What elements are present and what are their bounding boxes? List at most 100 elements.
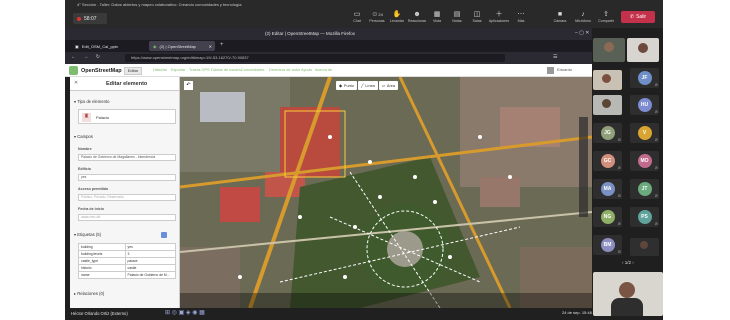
more-button[interactable]: ⋯ Más (512, 11, 530, 27)
add-line-button[interactable]: ╱ Línea (358, 81, 378, 90)
participant-tile[interactable]: BM ⊘ (593, 235, 622, 255)
building-field[interactable]: yes (78, 174, 176, 181)
tag-key[interactable]: historic (78, 264, 126, 272)
user-menu[interactable]: Eduardo (557, 67, 572, 72)
tag-value[interactable]: castle (124, 264, 177, 272)
access-field[interactable]: Público, Privado, Reservado (78, 194, 176, 201)
share-button[interactable]: ⇪ Compartir (597, 11, 615, 27)
text-view-toggle[interactable] (161, 232, 167, 238)
react-button[interactable]: ☻ Reaccionar (408, 11, 426, 27)
close-icon[interactable]: ✕ (209, 44, 212, 49)
avatar: PS (637, 210, 652, 224)
tag-value[interactable]: yes (124, 243, 177, 251)
chevron-left-icon[interactable]: ‹ (622, 260, 624, 265)
leave-button[interactable]: ✆ Salir (621, 11, 655, 23)
nav-export[interactable]: Exportar (171, 68, 185, 72)
osm-favicon-icon: ◉ (153, 43, 157, 49)
section-fields[interactable]: ▾ Campos (74, 134, 93, 139)
participant-tile[interactable]: GC ⊘ (593, 151, 622, 171)
participant-tile[interactable]: PS ⊘ (630, 207, 659, 227)
nav-copyright[interactable]: Derechos de autor (269, 68, 300, 72)
undo-button[interactable]: ↶ (184, 81, 193, 90)
map-canvas[interactable]: ◆ Punto ╱ Línea ▱ Área ↶ (180, 77, 592, 308)
close-icon[interactable]: ✕ (74, 80, 78, 86)
video-tile-participant[interactable] (627, 38, 659, 62)
mic-off-icon: ⊘ (617, 165, 621, 170)
share-icon: ⇪ (603, 11, 609, 18)
editor-sidebar: ✕ Editar elemento ▾ Tipo de elemento ♜ P… (70, 77, 180, 308)
start-date-field[interactable]: aaaa-mm-dd (78, 214, 176, 221)
window-controls[interactable]: – ▢ ✕ (575, 30, 589, 36)
preset-selector[interactable]: ♜ Palacio (78, 109, 176, 124)
chat-icon: ▭ (353, 11, 361, 18)
add-point-button[interactable]: ◆ Punto (336, 81, 357, 90)
mic-off-icon: ⊘ (617, 193, 621, 198)
participant-tile[interactable]: NG ⊘ (593, 207, 622, 227)
avatar: MA (600, 182, 615, 196)
gallery-pager[interactable]: ‹ 1/2 › (622, 260, 634, 265)
section-tags[interactable]: ▾ Etiquetas (5) (74, 232, 101, 237)
mic-button[interactable]: ♪ Micrófono (574, 11, 592, 27)
tag-key[interactable]: name (78, 271, 126, 279)
tag-key[interactable]: building (78, 243, 126, 251)
tag-key[interactable]: castle_type (78, 257, 126, 265)
url-field[interactable]: https://www.openstreetmap.org/edit#map=1… (125, 54, 505, 62)
tag-key[interactable]: building:levels (78, 250, 126, 258)
avatar[interactable] (547, 67, 554, 74)
tag-value[interactable]: 3 (124, 250, 177, 258)
nav-gps-traces[interactable]: Trazas GPS (189, 68, 210, 72)
participant-tile[interactable]: MO ⊘ (630, 151, 659, 171)
participant-tile[interactable]: MA ⊘ (593, 179, 622, 199)
osm-logo[interactable]: OpenStreetMap (69, 66, 122, 75)
people-button[interactable]: ☺24 Personas (368, 11, 386, 27)
tag-value[interactable]: palace (124, 257, 177, 265)
browser-navbar: ← → ↻ https://www.openstreetmap.org/edit… (65, 52, 592, 64)
chevron-right-icon[interactable]: › (632, 260, 634, 265)
taskbar-icons[interactable]: ⊞ ◎ ▣ ◈ ◉ ▦ (165, 309, 205, 316)
tab-pptx[interactable]: ▣ Edit_OSM_Cal_pptx (71, 41, 133, 51)
section-feature-type[interactable]: ▾ Tipo de elemento (74, 99, 109, 104)
sidebar-header: ✕ Editar elemento (70, 77, 179, 91)
self-view-video[interactable] (593, 272, 663, 316)
raise-hand-button[interactable]: ✋ Levantar (388, 11, 406, 27)
nav-history[interactable]: Historial (153, 68, 167, 72)
video-tile-participant[interactable] (593, 95, 622, 115)
satellite-imagery (180, 77, 592, 308)
participant-tile[interactable]: JF ⊘ (630, 68, 659, 88)
camera-button[interactable]: ■ Cámara (551, 11, 569, 27)
view-button[interactable]: ▦ Vista (428, 11, 446, 27)
apps-button[interactable]: ＋ Aplicaciones (489, 11, 509, 27)
nav-user-diaries[interactable]: Diarios de usuario (211, 68, 242, 72)
add-area-button[interactable]: ▱ Área (379, 81, 398, 90)
tag-value[interactable]: Palacio de Gobierno de M... (124, 271, 177, 279)
name-field[interactable]: Palacio de Gobierno de Magallanes - Inte… (78, 154, 176, 161)
field-access-label: Acceso permitido (78, 187, 109, 191)
participant-tile[interactable]: HU ⊘ (630, 95, 659, 115)
video-tile-participant[interactable] (593, 70, 622, 90)
notes-button[interactable]: ▤ Notas (448, 11, 466, 27)
edit-button[interactable]: Editar (124, 67, 142, 75)
self-view-bar: Héctor Orlando Ortiz (Externo) ⊞ ◎ ▣ ◈ ◉… (65, 308, 592, 320)
avatar: JT (637, 182, 652, 196)
participant-tile[interactable]: JG ⊘ (593, 123, 622, 143)
video-tile-participant[interactable] (630, 238, 659, 256)
mic-off-icon: ⊘ (617, 137, 621, 142)
line-icon: ╱ (361, 84, 364, 88)
video-tile-presenter[interactable] (593, 38, 625, 62)
chat-button[interactable]: ▭ Chat (348, 11, 366, 27)
nav-buttons[interactable]: ← → ↻ (71, 54, 103, 60)
nav-about[interactable]: Acerca de (315, 68, 332, 72)
rooms-button[interactable]: ◫ Salas (468, 11, 486, 27)
nav-help[interactable]: Ayuda (301, 68, 312, 72)
new-tab-icon[interactable]: + (220, 42, 224, 48)
tab-openstreetmap[interactable]: ◉ (2) | OpenStreetMap ✕ (149, 41, 215, 51)
mic-off-icon: ⊘ (654, 221, 658, 226)
section-relations[interactable]: ▸ Relaciones (0) (74, 291, 104, 296)
mic-off-icon: ⊘ (654, 82, 658, 87)
nav-communities[interactable]: Comunidades (241, 68, 264, 72)
participant-tile[interactable]: JT ⊘ (630, 179, 659, 199)
participant-tile[interactable]: V ⊘ (630, 123, 659, 143)
avatar: V (637, 126, 652, 140)
menu-icon[interactable]: ☰ (553, 54, 557, 60)
phone-icon: ✆ (629, 14, 635, 20)
